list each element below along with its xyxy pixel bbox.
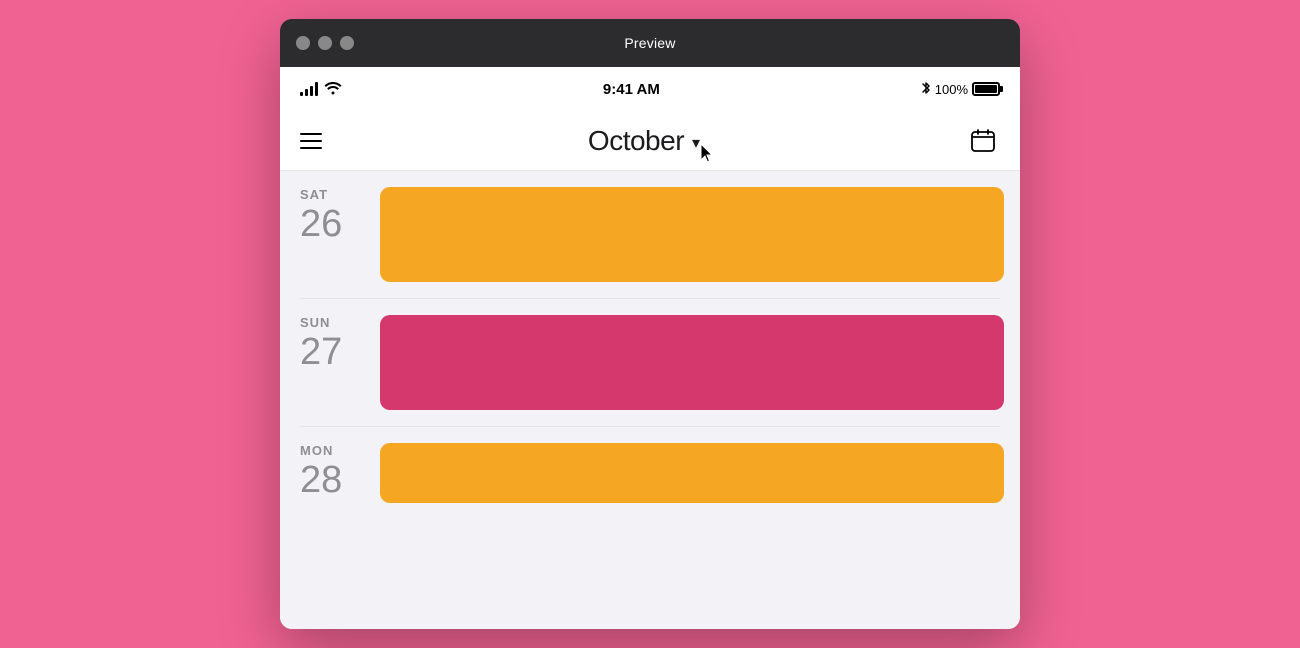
day-section-sat: SAT 26	[280, 171, 1020, 298]
signal-bars-icon	[300, 82, 318, 96]
month-title: October	[588, 125, 684, 157]
calendar-icon-svg	[970, 128, 996, 154]
month-selector-wrapper: October ▾	[588, 125, 700, 157]
status-right: 100%	[921, 80, 1000, 99]
hamburger-menu-button[interactable]	[300, 133, 322, 149]
day-number-mon: 28	[300, 460, 342, 502]
month-selector-button[interactable]: October ▾	[588, 125, 700, 157]
battery-percent: 100%	[935, 82, 968, 97]
day-name-mon: MON	[300, 443, 333, 458]
hamburger-line-2	[300, 140, 322, 142]
day-number-sat: 26	[300, 204, 342, 246]
chevron-down-icon: ▾	[692, 133, 700, 153]
app-window: Preview 9:41 AM	[280, 19, 1020, 629]
day-events-sun	[380, 315, 1020, 410]
day-section-mon: MON 28	[280, 427, 1020, 503]
calendar-list: SAT 26 SUN 27	[280, 171, 1020, 629]
event-block-mon[interactable]	[380, 443, 1004, 503]
day-label-sun: SUN 27	[280, 315, 380, 410]
day-section-sun: SUN 27	[280, 299, 1020, 426]
calendar-view-button[interactable]	[966, 124, 1000, 158]
cursor-icon	[700, 143, 718, 165]
battery-icon	[972, 82, 1000, 96]
day-number-sun: 27	[300, 332, 342, 374]
status-left	[300, 81, 342, 98]
bluetooth-icon	[921, 80, 931, 99]
signal-bar-2	[305, 89, 308, 96]
status-time: 9:41 AM	[603, 81, 660, 98]
day-label-sat: SAT 26	[280, 187, 380, 282]
signal-bar-1	[300, 92, 303, 96]
wifi-icon	[324, 81, 342, 98]
battery-fill	[975, 85, 997, 93]
day-name-sun: SUN	[300, 315, 330, 330]
event-block-sat[interactable]	[380, 187, 1004, 282]
hamburger-line-1	[300, 133, 322, 135]
hamburger-line-3	[300, 147, 322, 149]
day-name-sat: SAT	[300, 187, 328, 202]
traffic-light-close[interactable]	[296, 36, 310, 50]
traffic-light-maximize[interactable]	[340, 36, 354, 50]
window-title: Preview	[624, 35, 675, 51]
signal-bar-3	[310, 86, 313, 96]
app-header: October ▾	[280, 111, 1020, 171]
day-events-sat	[380, 187, 1020, 282]
traffic-lights	[296, 36, 354, 50]
title-bar: Preview	[280, 19, 1020, 67]
event-block-sun[interactable]	[380, 315, 1004, 410]
signal-bar-4	[315, 82, 318, 96]
day-events-mon	[380, 443, 1020, 503]
phone-content: 9:41 AM 100%	[280, 67, 1020, 629]
day-label-mon: MON 28	[280, 443, 380, 503]
traffic-light-minimize[interactable]	[318, 36, 332, 50]
status-bar: 9:41 AM 100%	[280, 67, 1020, 111]
